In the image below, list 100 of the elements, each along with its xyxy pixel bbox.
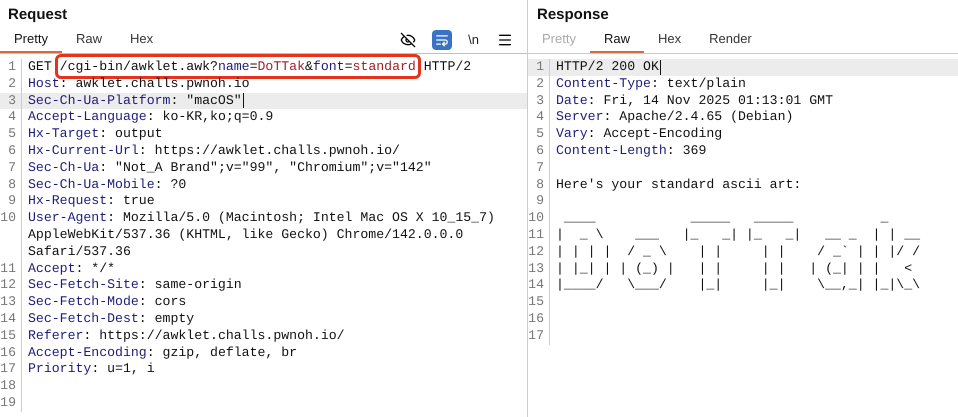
code-text: : true [107, 193, 155, 208]
line-number: 7 [7, 160, 16, 177]
code-text: : text/plain [650, 76, 746, 91]
line-number: 5 [535, 126, 544, 143]
code-text: |____/ \___/ |_| |_| \__,_| |_|\_\ [556, 277, 920, 292]
header-name: Hx-Target [28, 126, 100, 142]
line-number: 16 [0, 344, 16, 362]
parameter-value: standard [352, 59, 416, 74]
header-name: User-Agent [28, 210, 108, 226]
line-number: 18 [0, 378, 16, 395]
line-number: 11 [528, 226, 544, 244]
code-text: : ?0 [154, 176, 186, 192]
line-number: 12 [0, 277, 16, 294]
line-number: 12 [528, 244, 544, 261]
line-number: 2 [535, 76, 544, 93]
code-text: /cgi-bin/awklet.awk? [60, 59, 218, 74]
view-tab[interactable]: Pretty [0, 27, 62, 53]
text-cursor [660, 60, 662, 75]
line-number: 3 [7, 92, 16, 110]
code-text: : 369 [666, 142, 706, 158]
code-text: : "macOS" [170, 92, 242, 108]
code-text: : empty [138, 310, 194, 326]
line-number: 9 [7, 193, 16, 210]
code-text: : u=1, i [91, 361, 155, 376]
code-text: : */* [75, 260, 116, 276]
line-number: 16 [528, 310, 544, 328]
line-number: 13 [0, 294, 16, 311]
code-text: : cors [138, 294, 186, 310]
code-text: : Accept-Encoding [588, 126, 722, 142]
header-name: Sec-Fetch-Site [28, 277, 139, 292]
header-name: Sec-Ch-Ua [28, 160, 100, 175]
wrap-icon [435, 33, 450, 47]
line-number: 9 [535, 193, 544, 210]
code-text: | | | | / _ \ | | | | / _` | | |/ / [556, 244, 920, 259]
code-text: : Fri, 14 Nov 2025 01:13:01 GMT [588, 92, 833, 108]
panel-title: Response [536, 5, 610, 25]
code-text: | |_| | | (_) | | | | | | (_| | | < [556, 260, 912, 276]
code-text: : output [99, 126, 163, 142]
header-name: Hx-Request [28, 193, 108, 208]
view-tab[interactable]: Hex [644, 27, 696, 53]
line-number: 15 [528, 294, 544, 311]
code-text: HTTP/2 200 OK [556, 59, 659, 74]
line-number: 19 [0, 394, 16, 412]
code-text: | _ \ ___ |_ _| |_ _| __ _ | | __ [556, 226, 920, 242]
line-number: 8 [7, 176, 16, 194]
panel-title: Request [7, 5, 68, 25]
code-text: : Mozilla/5.0 (Macintosh; Intel Mac OS X 10_15_7) [107, 210, 495, 226]
header-name: Accept-Language [28, 109, 147, 124]
line-number: 8 [535, 176, 544, 194]
line-number: 17 [0, 361, 16, 378]
text-cursor [242, 93, 244, 108]
code-text: ____ _____ _____ _ [562, 210, 888, 226]
code-text: Safari/537.36 [28, 244, 132, 261]
code-text: : https://awklet.challs.pwnoh.io/ [83, 328, 345, 343]
code-text: GET [28, 59, 53, 74]
line-number: 14 [0, 310, 16, 328]
header-name: font [312, 59, 345, 74]
code-text: : gzip, deflate, br [146, 344, 298, 360]
code-text: HTTP/2 [422, 59, 472, 74]
view-tab[interactable]: Raw [62, 27, 116, 53]
code-text: : ko-KR,ko;q=0.9 [146, 109, 274, 124]
line-number: 10 [0, 210, 16, 227]
code-text: : "Not_A Brand";v="99", "Chromium";v="142" [99, 160, 432, 175]
header-name: Sec-Fetch-Dest [28, 310, 139, 326]
header-name: Date [556, 92, 588, 108]
header-name: Content-Length [556, 142, 667, 158]
header-name: Vary [556, 126, 588, 142]
line-number: 17 [528, 328, 544, 345]
code-text: AppleWebKit/537.36 (KHTML, like Gecko) Chrome/142.0.0.0 [28, 226, 464, 244]
line-number: 6 [535, 142, 544, 160]
line-number: 4 [7, 109, 16, 126]
line-number: 7 [535, 160, 544, 177]
code-text: = [250, 59, 258, 74]
line-number: 10 [528, 210, 544, 227]
line-number: 13 [528, 260, 544, 278]
parameter-value: DoTTak [258, 59, 305, 74]
hide-icon[interactable] [398, 30, 418, 50]
view-tab[interactable]: Hex [116, 27, 168, 53]
header-name: Host [28, 76, 60, 91]
code-text: = [344, 59, 352, 74]
code-text: Here's your standard ascii art: [556, 176, 802, 192]
view-tab[interactable]: Render [695, 27, 766, 53]
line-number: 15 [0, 328, 16, 345]
wrap-toggle[interactable] [432, 30, 452, 50]
header-name: Accept-Encoding [28, 344, 147, 360]
header-name: Priority [28, 361, 92, 376]
line-number: 14 [528, 277, 544, 294]
header-name: Accept [28, 260, 76, 276]
code-text: & [305, 59, 313, 74]
view-tab[interactable]: Raw [590, 27, 644, 53]
code-text: : same-origin [138, 277, 242, 292]
line-number: 1 [535, 59, 544, 76]
newline-toggle[interactable]: \n [466, 30, 481, 50]
header-name: Sec-Ch-Ua-Platform [28, 92, 170, 108]
line-number: 4 [535, 109, 544, 126]
header-name: Server [556, 109, 604, 124]
line-number: 3 [535, 92, 544, 110]
header-name: Hx-Current-Url [28, 142, 139, 158]
header-name: Content-Type [556, 76, 651, 91]
line-number: 2 [7, 76, 16, 93]
